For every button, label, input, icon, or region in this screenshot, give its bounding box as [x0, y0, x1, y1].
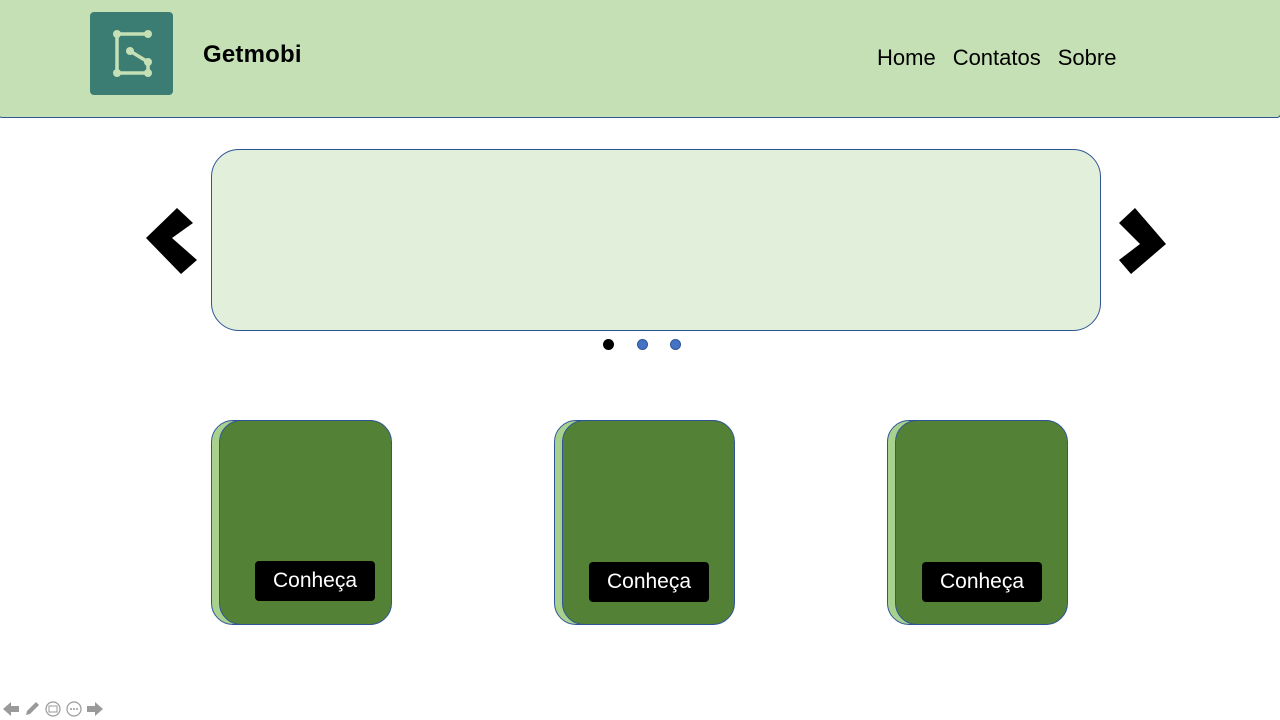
nav-sobre[interactable]: Sobre: [1058, 45, 1117, 71]
carousel-dot-3[interactable]: [670, 339, 681, 350]
slides-icon[interactable]: [44, 700, 62, 718]
carousel-slide[interactable]: [211, 149, 1101, 331]
next-icon[interactable]: [86, 700, 104, 718]
card-body: Conheça: [219, 420, 392, 625]
page: Getmobi Home Contatos Sobre Conheça Conh…: [0, 0, 1280, 720]
previous-icon[interactable]: [2, 700, 20, 718]
card-1: Conheça: [211, 420, 393, 627]
carousel-dot-1[interactable]: [603, 339, 614, 350]
pen-icon[interactable]: [23, 700, 41, 718]
slideshow-toolbar: [2, 700, 104, 718]
conheca-button-2[interactable]: Conheça: [589, 562, 709, 602]
brand-name: Getmobi: [203, 41, 302, 68]
chevron-left-icon: [146, 208, 197, 274]
carousel-dot-2[interactable]: [637, 339, 648, 350]
carousel-next-button[interactable]: [1113, 206, 1167, 281]
card-3: Conheça: [887, 420, 1069, 627]
conheca-button-3[interactable]: Conheça: [922, 562, 1042, 602]
conheca-button-1[interactable]: Conheça: [255, 561, 375, 601]
carousel-prev-button[interactable]: [145, 206, 199, 281]
nav-contatos[interactable]: Contatos: [953, 45, 1041, 71]
card-body: Conheça: [895, 420, 1068, 625]
logo[interactable]: [90, 12, 173, 95]
site-header: Getmobi Home Contatos Sobre: [0, 0, 1280, 118]
main-nav: Home Contatos Sobre: [877, 45, 1116, 71]
chevron-right-icon: [1119, 208, 1166, 274]
card-2: Conheça: [554, 420, 736, 627]
card-body: Conheça: [562, 420, 735, 625]
more-icon[interactable]: [65, 700, 83, 718]
logo-icon: [113, 30, 152, 77]
nav-home[interactable]: Home: [877, 45, 936, 71]
